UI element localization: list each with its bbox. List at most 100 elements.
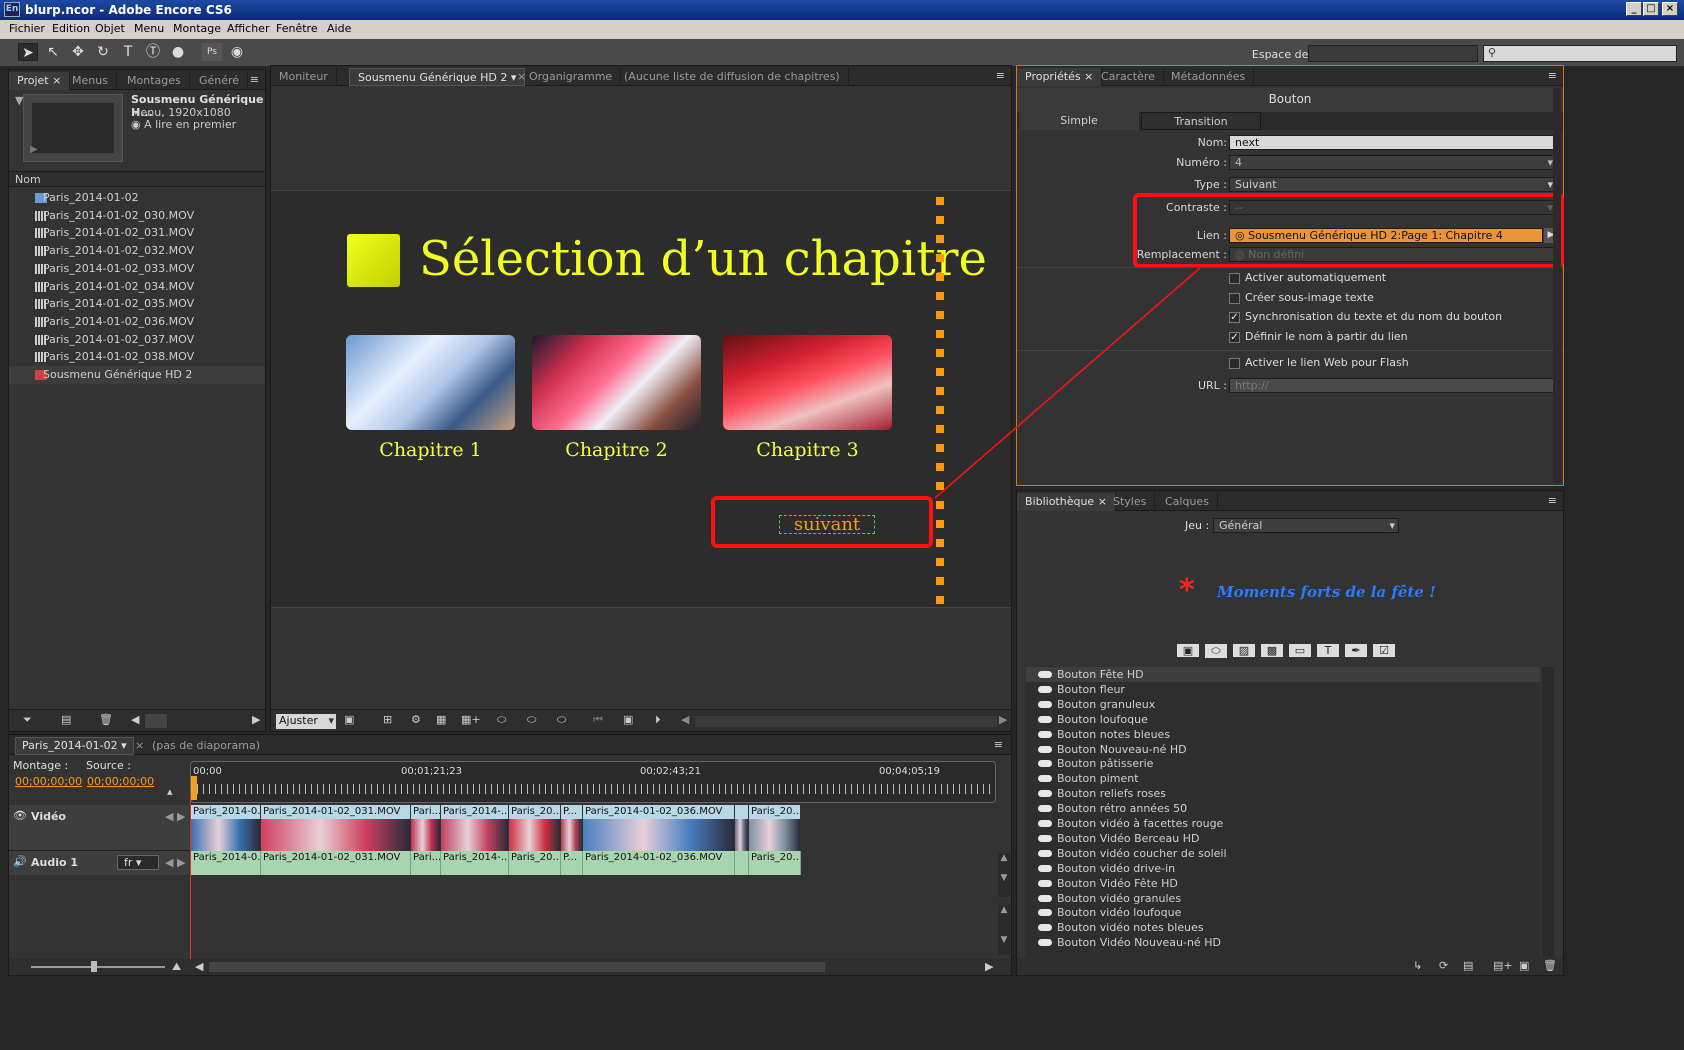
tab-moniteur[interactable]: Moniteur — [271, 68, 337, 86]
zoom-in-icon[interactable]: ⛰ — [172, 960, 181, 974]
library-v-scrollbar[interactable] — [1542, 667, 1554, 957]
video-clip[interactable]: Paris_2014-0... — [191, 805, 261, 851]
library-item[interactable]: Bouton Vidéo Berceau HD — [1026, 831, 1540, 846]
eye-icon[interactable]: 👁 — [13, 809, 27, 822]
audio-clip[interactable]: Paris_20... — [509, 851, 561, 875]
show-normal-icon[interactable]: ⬭ — [497, 713, 506, 727]
search-input[interactable]: ⚲ — [1483, 45, 1677, 62]
audio-clip[interactable]: Paris_20... — [749, 851, 801, 875]
library-item[interactable]: Bouton granuleux — [1026, 697, 1540, 712]
video-clip[interactable]: Paris_2014-... — [441, 805, 509, 851]
project-item[interactable]: Paris_2014-01-02_038.MOV — [9, 348, 265, 366]
chapter-2-label[interactable]: Chapitre 2 — [532, 439, 701, 461]
button-routing-icon[interactable]: ⊞ — [383, 713, 392, 726]
project-item[interactable]: Paris_2014-01-02_037.MOV — [9, 331, 265, 349]
filter-pen-icon[interactable]: ✒ — [1345, 644, 1367, 657]
scroll-right-icon[interactable]: ▶ — [999, 713, 1007, 726]
flash-link-checkbox[interactable] — [1229, 358, 1240, 369]
tab-styles[interactable]: Styles — [1105, 493, 1156, 511]
playhead-handle[interactable] — [191, 776, 197, 800]
project-item[interactable]: Sousmenu Générique HD 2 — [9, 366, 265, 384]
add-marker-icon[interactable]: ▴ — [167, 785, 173, 798]
audio-clip[interactable]: Paris_2014-01-02_031.MOV — [261, 851, 411, 875]
tab-menus[interactable]: Menus — [64, 72, 117, 90]
menu-montage[interactable]: Montage — [173, 22, 221, 35]
panel-menu-icon[interactable]: ≡ — [996, 69, 1005, 82]
new-item-icon[interactable]: ▤+ — [1493, 959, 1513, 972]
filter-text-icon[interactable]: T — [1317, 644, 1339, 657]
timeline-h-scrollbar[interactable] — [209, 962, 825, 972]
menu-aide[interactable]: Aide — [327, 22, 351, 35]
url-field[interactable]: http:// — [1229, 378, 1557, 393]
video-clip[interactable]: Pari... — [411, 805, 441, 851]
page-view-icon[interactable]: ▣ — [623, 713, 633, 726]
video-clip[interactable]: Paris_2014-01-02_036.MOV — [583, 805, 735, 851]
close-button[interactable]: × — [1662, 2, 1678, 16]
scroll-left-icon[interactable]: ◀ — [131, 713, 139, 726]
grid-icon[interactable]: ▦ — [436, 713, 446, 726]
show-selected-icon[interactable]: ⬭ — [527, 713, 536, 727]
minimize-button[interactable]: _ — [1626, 2, 1642, 16]
text-tool-icon[interactable]: T — [118, 43, 138, 61]
chapter-2-thumbnail[interactable] — [532, 335, 701, 430]
library-item[interactable]: Bouton reliefs roses — [1026, 786, 1540, 801]
show-activated-icon[interactable]: ⬭ — [557, 713, 566, 727]
vertical-text-tool-icon[interactable]: Ⓣ — [143, 43, 163, 61]
property-checkbox[interactable] — [1229, 273, 1240, 284]
prev-clip-icon[interactable]: ◀ ▶ — [165, 810, 185, 823]
timeline-ruler[interactable]: 00;00 00;01;21;23 00;02;43;21 00;04;05;1… — [190, 761, 996, 803]
filter-buttons-icon[interactable]: ▣ — [1177, 644, 1199, 657]
panel-menu-icon[interactable]: ≡ — [1548, 494, 1557, 507]
v-scrollbar[interactable] — [1553, 88, 1561, 483]
library-item[interactable]: Bouton vidéo loufoque — [1026, 905, 1540, 920]
project-item[interactable]: Paris_2014-01-02 — [9, 189, 265, 207]
library-item[interactable]: Bouton pâtisserie — [1026, 756, 1540, 771]
safe-area-toggle-icon[interactable]: ▣ — [344, 713, 354, 726]
tab-proprietes[interactable]: Propriétés × — [1017, 68, 1103, 86]
library-item[interactable]: Bouton vidéo à facettes rouge — [1026, 816, 1540, 831]
tab-montages[interactable]: Montages — [119, 72, 190, 90]
prev-clip-icon[interactable]: ◀ ▶ — [165, 856, 185, 869]
h-scrollbar-thumb[interactable] — [145, 714, 167, 728]
library-item[interactable]: Bouton vidéo drive-in — [1026, 861, 1540, 876]
zoom-select[interactable]: Ajuster ▾ — [276, 714, 336, 729]
move-tool-icon[interactable]: ✥ — [68, 43, 88, 61]
project-item[interactable]: Paris_2014-01-02_031.MOV — [9, 224, 265, 242]
library-item[interactable]: Bouton Fête HD — [1026, 667, 1540, 682]
menu-afficher[interactable]: Afficher — [227, 22, 269, 35]
property-checkbox[interactable]: ✓ — [1229, 331, 1240, 343]
prev-page-icon[interactable]: ⏮ — [593, 713, 603, 727]
name-column-header[interactable]: Nom — [9, 171, 265, 187]
library-item[interactable]: Bouton vidéo notes bleues — [1026, 920, 1540, 935]
montage-timecode[interactable]: 00;00;00;00 — [15, 775, 82, 788]
menu-edition[interactable]: Edition — [52, 22, 90, 35]
maximize-button[interactable]: □ — [1643, 2, 1659, 16]
nom-field[interactable]: next — [1229, 135, 1557, 150]
h-scrollbar[interactable] — [695, 716, 997, 727]
tab-timeline[interactable]: Paris_2014-01-02 ▾ — [15, 737, 134, 755]
type-select[interactable]: Suivant ▾ — [1229, 177, 1557, 192]
property-checkbox[interactable] — [1229, 292, 1240, 304]
panel-menu-icon[interactable]: ≡ — [994, 738, 1003, 751]
new-set-icon[interactable]: ▤ — [1463, 959, 1473, 972]
tab-metadonnees[interactable]: Métadonnées — [1163, 68, 1255, 86]
tab-projet[interactable]: Projet × — [9, 72, 71, 90]
zoom-slider-thumb[interactable] — [91, 961, 97, 972]
project-item[interactable]: Paris_2014-01-02_035.MOV — [9, 295, 265, 313]
video-clip[interactable]: Paris_20... — [509, 805, 561, 851]
filter-shapes-icon[interactable]: ⬭ — [1205, 644, 1227, 658]
video-clip[interactable] — [735, 805, 749, 851]
trash-icon[interactable]: 🗑 — [1543, 959, 1557, 972]
subtab-transition[interactable]: Transition — [1141, 112, 1261, 130]
trash-icon[interactable]: 🗑 — [99, 713, 113, 726]
subtab-simple[interactable]: Simple — [1019, 112, 1139, 130]
source-timecode[interactable]: 00;00;00;00 — [87, 775, 154, 788]
preview-disc-icon[interactable]: ◉ — [227, 43, 247, 61]
place-icon[interactable]: ↳ — [1413, 959, 1422, 972]
library-item[interactable]: Bouton piment — [1026, 771, 1540, 786]
library-item[interactable]: Bouton fleur — [1026, 682, 1540, 697]
library-item[interactable]: Bouton loufoque — [1026, 712, 1540, 727]
chapter-3-label[interactable]: Chapitre 3 — [723, 439, 892, 461]
library-item[interactable]: Bouton rétro années 50 — [1026, 801, 1540, 816]
video-clip[interactable]: Paris_2014-01-02_031.MOV — [261, 805, 411, 851]
